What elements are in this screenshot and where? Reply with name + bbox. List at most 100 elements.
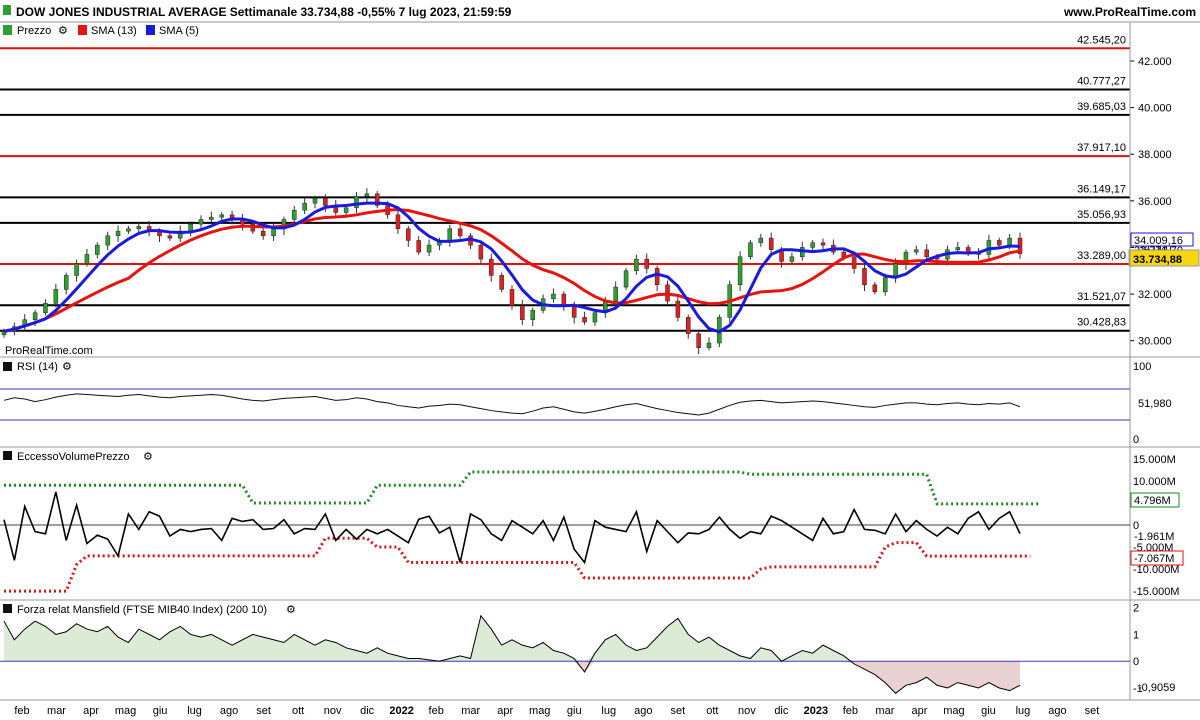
chart-canvas: DOW JONES INDUSTRIAL AVERAGE Settimanale… [0, 0, 1200, 717]
vol-legend-icon [3, 451, 12, 460]
candle-body [43, 303, 48, 313]
candle-body [53, 289, 59, 304]
candle-body [426, 244, 432, 253]
candle-body [592, 312, 598, 323]
vol-lower-dotted [4, 536, 1031, 593]
level-label: 35.056,93 [1077, 209, 1126, 221]
x-tick-label: mag [115, 705, 136, 717]
watermark: ProRealTime.com [5, 345, 93, 357]
candle-body [997, 240, 1002, 246]
mans-tick-label: 0 [1133, 656, 1139, 668]
price-legend-icon [3, 25, 12, 35]
candle-body [862, 268, 867, 285]
candle-body [447, 228, 453, 241]
candle-body [520, 305, 525, 320]
x-tick-label: apr [911, 705, 927, 717]
x-tick-label: mar [47, 705, 66, 717]
x-tick-label: ago [220, 705, 238, 717]
candle-body [478, 244, 484, 260]
rsi-last-label: 51,980 [1138, 398, 1172, 410]
x-tick-label: nov [738, 705, 756, 717]
candle-body [499, 275, 504, 290]
candle-body [914, 249, 919, 253]
x-tick-label: set [1085, 705, 1100, 717]
mans-wrench-icon: ⚙ [286, 604, 296, 616]
vol-upper-label: 4.796M [1134, 495, 1171, 507]
x-tick-label: feb [843, 705, 858, 717]
vol-last-label: -1.961M [1134, 531, 1174, 543]
candle-body [872, 284, 878, 292]
vol-wrench-icon: ⚙ [143, 451, 153, 463]
candle-body [312, 198, 318, 204]
legend-sma13[interactable]: SMA (13) [91, 25, 137, 37]
candle-body [571, 305, 577, 318]
mans-legend-label: Forza relat Mansfield (FTSE MIB40 Index)… [17, 604, 267, 616]
candle-body [95, 244, 100, 255]
x-tick-label: 2022 [389, 705, 413, 717]
candle-body [551, 293, 556, 299]
vol-tick-label: -15.000M [1133, 586, 1179, 598]
price-tick-label: 36.000 [1138, 196, 1172, 208]
vol-upper-dotted [4, 470, 1041, 506]
candle-body [136, 226, 142, 230]
price-tick-label: 42.000 [1138, 56, 1172, 68]
level-label: 30.428,83 [1077, 317, 1126, 329]
candle-body [188, 223, 193, 232]
sma13-legend-icon [78, 25, 87, 35]
x-tick-label: nov [324, 705, 342, 717]
candle-body [685, 317, 691, 334]
candle-body [302, 202, 307, 211]
vol-line [3, 491, 1021, 565]
candle-body [675, 300, 681, 318]
candle-body [343, 207, 349, 213]
mans-tick-label: 2 [1133, 603, 1139, 615]
x-tick-label: apr [83, 705, 99, 717]
rsi-panel: RSI (14) ⚙ 100 0 51,980 [0, 356, 1200, 446]
candle-body [167, 235, 173, 239]
legend-price[interactable]: Prezzo [17, 25, 51, 37]
x-tick-label: set [670, 705, 685, 717]
candle-body [364, 193, 370, 197]
mans-tick-label: 1 [1133, 629, 1139, 641]
vol-tick-label: 10.000M [1133, 476, 1176, 488]
price-tick-label: 38.000 [1138, 149, 1172, 161]
x-tick-label: ott [292, 705, 304, 717]
candle-body [758, 237, 764, 244]
candle-body [748, 242, 753, 258]
candle-body [768, 237, 774, 251]
candle-body [882, 277, 888, 292]
level-label: 39.685,03 [1077, 101, 1126, 113]
candle-body [32, 312, 38, 320]
x-tick-label: ott [706, 705, 718, 717]
candle-body [115, 230, 121, 237]
rsi-tick-label: 100 [1133, 361, 1151, 373]
wrench-icon[interactable]: ⚙ [58, 25, 68, 37]
candle-body [1007, 237, 1012, 246]
candle-body [406, 228, 411, 241]
candle-body [851, 256, 857, 269]
x-tick-label: mag [529, 705, 550, 717]
legend-sma5[interactable]: SMA (5) [159, 25, 199, 37]
candle-body [789, 256, 795, 262]
x-axis: feb mar apr mag giu lug ago set ott nov dic 2022 feb… [0, 699, 1200, 717]
chart-title: DOW JONES INDUSTRIAL AVERAGE Settimanale… [16, 5, 512, 19]
x-tick-label: apr [497, 705, 513, 717]
candle-body [63, 275, 69, 290]
level-label: 42.545,20 [1077, 34, 1126, 46]
candle-body [561, 293, 567, 306]
level-label: 37.917,10 [1077, 142, 1126, 154]
price-last-label: 33.734,88 [1133, 254, 1182, 266]
candle-body [965, 247, 971, 253]
candle-body [706, 342, 712, 348]
level-label: 33.289,00 [1077, 250, 1126, 262]
x-tick-label: lug [187, 705, 202, 717]
candle-body [126, 228, 131, 232]
x-tick-label: mar [875, 705, 894, 717]
mans-last-label: -0,9059 [1138, 682, 1175, 694]
x-tick-label: dic [360, 705, 375, 717]
candle-body [654, 268, 660, 285]
candle-body [219, 214, 224, 218]
candle-body [509, 289, 515, 306]
price-tick-label: 32.000 [1138, 289, 1172, 301]
rsi-legend-icon [3, 362, 12, 371]
